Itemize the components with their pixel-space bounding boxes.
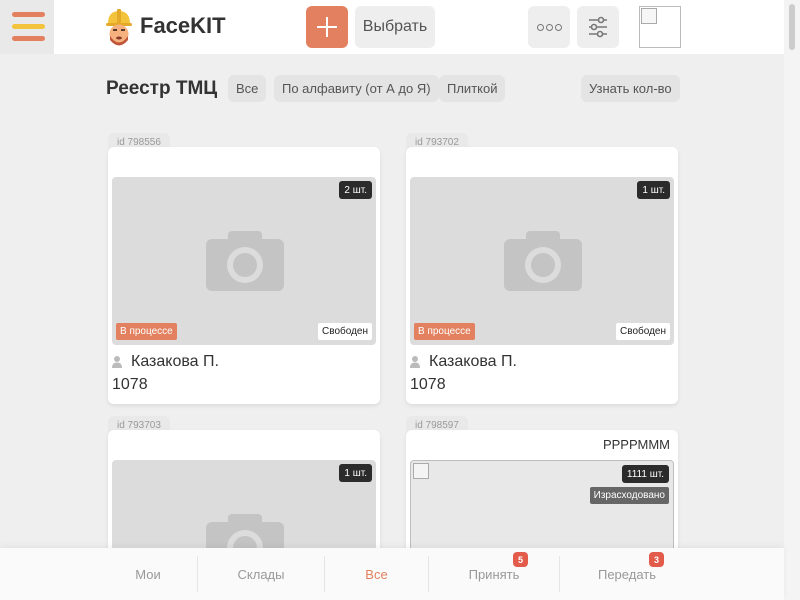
add-button[interactable]: [306, 6, 348, 48]
person-icon: [410, 356, 420, 368]
quantity-badge: 1 шт.: [339, 464, 372, 482]
status-badge: В процессе: [116, 323, 177, 340]
count-button[interactable]: Узнать кол-во: [581, 75, 680, 102]
camera-placeholder-icon: [504, 231, 582, 291]
owner: Казакова П.: [410, 353, 517, 371]
more-dots-icon[interactable]: [528, 6, 570, 48]
accept-count-badge: 5: [513, 552, 528, 567]
header-main: FaceKIT Выбрать: [54, 0, 784, 54]
item-photo: 1 шт. В процессе Свободен: [410, 177, 674, 345]
bottom-nav: Мои Склады Все Принять 5 Передать 3: [0, 548, 784, 600]
status-badge: В процессе: [414, 323, 475, 340]
sort-chip[interactable]: По алфавиту (от А до Я): [274, 75, 439, 102]
brand-name: FaceKIT: [140, 13, 226, 38]
broken-image-icon: [413, 463, 429, 479]
filter-all-chip[interactable]: Все: [228, 75, 267, 102]
nav-item-transfer[interactable]: Передать: [560, 548, 694, 600]
nav-item-all[interactable]: Все: [325, 548, 428, 600]
owner-name: Казакова П.: [429, 353, 517, 370]
builder-mascot-logo-icon: [106, 9, 132, 46]
nav-item-my[interactable]: Мои: [100, 548, 196, 600]
scrollbar-thumb[interactable]: [789, 4, 795, 50]
transfer-count-badge: 3: [649, 552, 664, 567]
nav-item-warehouses[interactable]: Склады: [198, 548, 324, 600]
item-card[interactable]: 1 шт. В процессе Свободен Казакова П. 10…: [406, 147, 678, 404]
status-badge: Израсходовано: [589, 487, 669, 504]
avatar[interactable]: [639, 6, 681, 48]
item-title: РРРРМММ: [602, 437, 670, 452]
owner-name: Казакова П.: [131, 353, 219, 370]
availability-badge: Свободен: [616, 323, 670, 340]
filter-sliders-icon[interactable]: [577, 6, 619, 48]
item-number: 1078: [410, 376, 446, 393]
person-icon: [112, 356, 122, 368]
camera-placeholder-icon: [206, 231, 284, 291]
quantity-badge: 1 шт.: [637, 181, 670, 199]
owner: Казакова П.: [112, 353, 219, 371]
view-mode-chip[interactable]: Плиткой: [439, 75, 506, 102]
page-title: Реестр ТМЦ: [106, 78, 218, 99]
quantity-badge: 1111 шт.: [621, 465, 669, 483]
availability-badge: Свободен: [318, 323, 372, 340]
quantity-badge: 2 шт.: [339, 181, 372, 199]
item-photo: 2 шт. В процессе Свободен: [112, 177, 376, 345]
top-bar: FaceKIT Выбрать: [0, 0, 800, 54]
select-button[interactable]: Выбрать: [355, 6, 435, 48]
item-number: 1078: [112, 376, 148, 393]
scrollbar[interactable]: [784, 0, 800, 600]
item-card[interactable]: 2 шт. В процессе Свободен Казакова П. 10…: [108, 147, 380, 404]
hamburger-menu-icon[interactable]: [0, 0, 54, 54]
nav-item-accept[interactable]: Принять: [429, 548, 559, 600]
